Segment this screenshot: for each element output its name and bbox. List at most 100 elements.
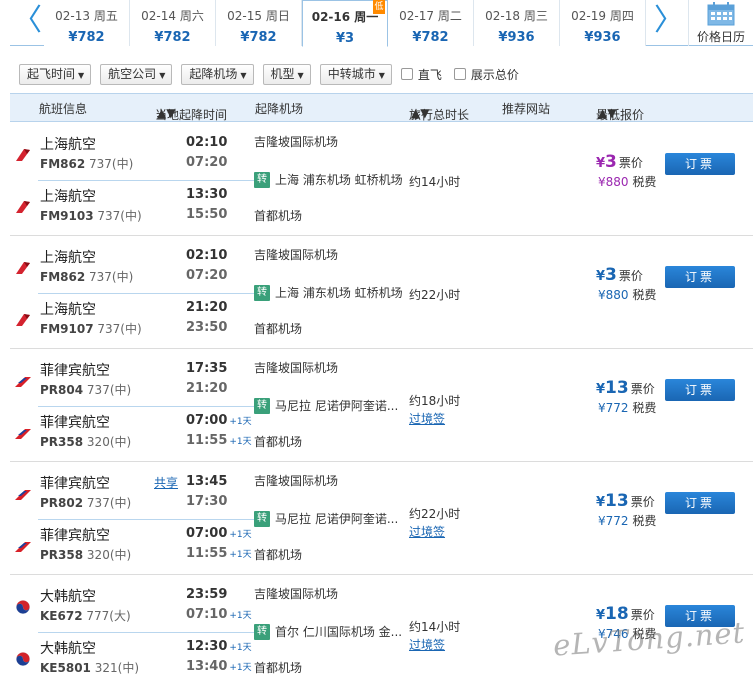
price-amount: 3 (605, 265, 617, 285)
arrival-airport: 首都机场 (254, 322, 303, 336)
checkbox-box[interactable] (400, 68, 413, 80)
flight-leg: 上海航空 FM862 737(中) 02:10 07:20 (10, 131, 255, 183)
arrival-time: 13:40 +1天 (186, 659, 252, 674)
next-day-marker: +1天 (229, 530, 252, 540)
time-value: 07:00 (186, 526, 228, 541)
date-price: ¥3 (335, 31, 355, 46)
time-value: 07:00 (186, 413, 228, 428)
flight-number: FM9107 737(中) (40, 320, 142, 337)
aircraft-type: 737(中) (89, 157, 134, 171)
flight-leg: 上海航空 FM862 737(中) 02:10 07:20 (10, 244, 255, 296)
date-tab[interactable]: 02-14 周六 ¥782 (130, 0, 216, 46)
date-tab-selected[interactable]: 低 02-16 周一 ¥3 (302, 0, 388, 47)
total-price-checkbox[interactable]: 展示总价 (453, 66, 519, 83)
filter-airport[interactable]: 起降机场 ▼ (181, 63, 254, 85)
travel-duration: 约22小时 (409, 507, 461, 521)
filter-departure-time[interactable]: 起飞时间 ▼ (19, 63, 92, 85)
time-value: 13:40 (186, 659, 228, 674)
price-amount: 13 (605, 378, 629, 398)
flight-code: PR358 (40, 435, 84, 449)
departure-time: 21:20 (186, 300, 227, 315)
flight-leg: 菲律宾航空 PR804 737(中) 17:35 21:20 (10, 357, 255, 409)
ticket-price: ¥ 13 票价 (596, 378, 655, 398)
price-calendar-button[interactable]: 价格日历 (688, 0, 753, 46)
date-tab[interactable]: 02-15 周日 ¥782 (216, 0, 302, 46)
flight-list: 上海航空 FM862 737(中) 02:10 07:20 上海航空 FM910… (10, 123, 753, 674)
time-value: 17:30 (186, 494, 228, 509)
flight-row: 上海航空 FM862 737(中) 02:10 07:20 上海航空 FM910… (10, 236, 753, 349)
time-value: 13:45 (186, 474, 228, 489)
transfer-info: 转马尼拉 尼诺伊阿奎诺... (254, 397, 398, 414)
transit-visa-link[interactable]: 过境签 (409, 636, 445, 653)
tax-fee: ¥880 税费 (598, 286, 656, 303)
time-value: 11:55 (186, 546, 228, 561)
price-amount: 13 (605, 491, 629, 511)
price-amount: 18 (605, 604, 629, 624)
tax-fee: ¥772 税费 (598, 399, 656, 416)
departure-airport: 吉隆坡国际机场 (254, 474, 339, 488)
filter-transfer-city[interactable]: 中转城市 ▼ (319, 63, 392, 85)
book-button[interactable]: 订票 (665, 153, 735, 175)
tax-label: 税费 (632, 288, 657, 302)
aircraft-type: 777(大) (86, 609, 131, 623)
next-day-marker: +1天 (229, 417, 252, 427)
book-button[interactable]: 订票 (665, 266, 735, 288)
flight-number: PR358 320(中) (40, 546, 131, 563)
flight-leg: 大韩航空 KE672 777(大) 23:59 07:10 +1天 (10, 583, 255, 635)
caret-down-icon: ▼ (378, 70, 385, 80)
time-value: 12:30 (186, 639, 228, 654)
next-day-marker: +1天 (229, 611, 252, 621)
flight-row: 菲律宾航空 PR802 737(中) 共享 13:45 17:30 菲律宾航空 … (10, 462, 753, 575)
arrival-time: 11:55 +1天 (186, 433, 252, 448)
next-day-marker: +1天 (229, 663, 252, 673)
arrival-airport: 首都机场 (254, 548, 303, 562)
next-day-marker: +1天 (229, 437, 252, 447)
sort-icon: ▲▼ (157, 106, 176, 120)
leg-divider (38, 519, 255, 520)
tax-amount: ¥772 (598, 401, 629, 415)
date-price: ¥782 (68, 30, 105, 45)
checkbox-box[interactable] (453, 68, 466, 80)
prev-dates-arrow[interactable]: 〈 (10, 0, 44, 46)
codeshare-link[interactable]: 共享 (154, 474, 178, 491)
time-value: 07:20 (186, 268, 228, 283)
date-tab[interactable]: 02-19 周四 ¥936 (560, 0, 646, 46)
filter-label: 起飞时间 (27, 66, 76, 81)
filter-airline[interactable]: 航空公司 ▼ (100, 63, 173, 85)
date-label: 02-19 周四 (571, 9, 634, 23)
time-value: 23:59 (186, 587, 228, 602)
flight-number: KE5801 321(中) (40, 659, 139, 674)
airline-name: 大韩航空 (40, 641, 96, 657)
direct-checkbox[interactable]: 直飞 (400, 66, 442, 83)
aircraft-type: 320(中) (86, 435, 132, 449)
book-button[interactable]: 订票 (665, 492, 735, 514)
time-value: 07:10 (186, 607, 228, 622)
arrival-time: 07:20 (186, 268, 227, 283)
tax-label: 税费 (632, 401, 657, 415)
flight-number: PR802 737(中) (40, 494, 131, 511)
filter-aircraft[interactable]: 机型 ▼ (262, 63, 311, 85)
date-label: 02-18 周三 (485, 9, 548, 23)
arrival-time: 23:50 (186, 320, 227, 335)
date-price: ¥782 (154, 30, 191, 45)
flight-leg: 上海航空 FM9103 737(中) 13:30 15:50 (10, 183, 255, 235)
book-button[interactable]: 订票 (665, 379, 735, 401)
departure-time: 02:10 (186, 248, 227, 263)
arrival-time: 07:20 (186, 155, 227, 170)
departure-airport: 吉隆坡国际机场 (254, 248, 339, 262)
aircraft-type: 737(中) (86, 496, 132, 510)
date-tab[interactable]: 02-13 周五 ¥782 (44, 0, 130, 46)
aircraft-type: 321(中) (94, 661, 140, 674)
date-tab[interactable]: 02-17 周二 ¥782 (388, 0, 474, 46)
arrival-airport: 首都机场 (254, 435, 303, 449)
transit-visa-link[interactable]: 过境签 (409, 410, 445, 427)
arrival-time: 07:10 +1天 (186, 607, 252, 622)
departure-time: 12:30 +1天 (186, 639, 252, 654)
flight-code: FM9107 (40, 322, 94, 336)
leg-divider (38, 293, 255, 294)
flight-number: PR358 320(中) (40, 433, 131, 450)
next-dates-arrow[interactable]: 〉 (652, 0, 686, 46)
date-tab[interactable]: 02-18 周三 ¥936 (474, 0, 560, 46)
date-list: 02-13 周五 ¥782 02-14 周六 ¥782 02-15 周日 ¥78… (44, 0, 646, 47)
transit-visa-link[interactable]: 过境签 (409, 523, 445, 540)
